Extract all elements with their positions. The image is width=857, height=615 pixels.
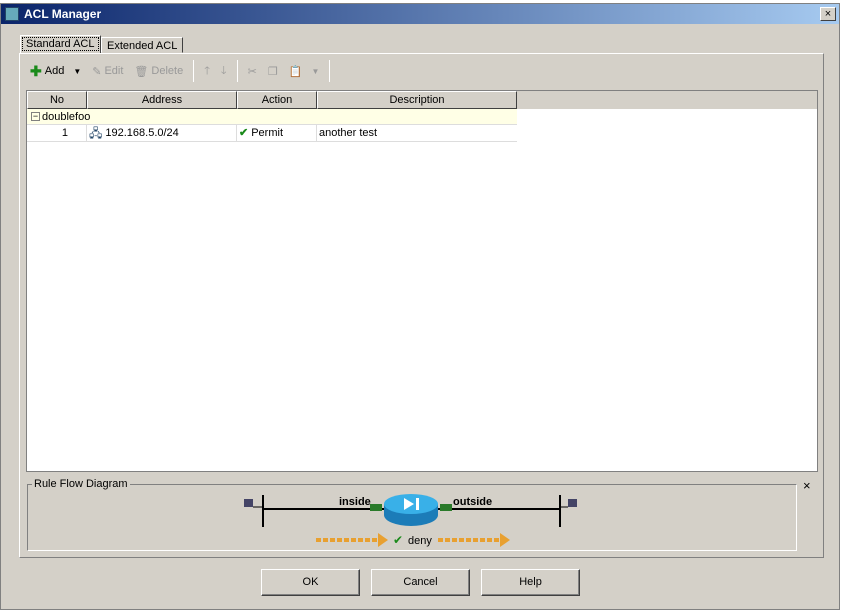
divider [193,60,195,82]
chevron-down-icon[interactable]: ▼ [73,67,81,76]
move-up-button[interactable]: 🡑 [200,62,214,81]
action-label: deny [408,535,432,547]
table-header: No Address Action Description [27,91,817,109]
collapse-icon[interactable]: − [31,112,40,121]
host-icon [568,499,577,507]
network-icon: 🖧 [89,126,103,140]
header-filler [517,91,817,109]
col-action[interactable]: Action [237,91,317,109]
col-address[interactable]: Address [87,91,237,109]
cut-button[interactable]: ✂ [244,65,261,78]
cell-address: 🖧 192.168.5.0/24 [87,125,237,141]
check-icon: ✔ [393,533,403,547]
tab-standard-acl[interactable]: Standard ACL [20,35,101,53]
col-description[interactable]: Description [317,91,517,109]
diagram-close-button[interactable]: × [803,478,811,493]
acl-table: No Address Action Description − doublefoo… [26,90,818,472]
group-row[interactable]: − doublefoo [27,109,517,125]
cell-action: ✔ Permit [237,125,317,141]
delete-button[interactable]: 🗑 Delete [130,65,187,78]
add-button[interactable]: ✚ Add ▼ [26,63,85,80]
table-row[interactable]: 1 🖧 192.168.5.0/24 ✔ Permit another test [27,125,517,142]
trash-icon: 🗑 [134,65,149,78]
toolbar: ✚ Add ▼ ✎ Edit 🗑 Delete 🡑 🡓 ✂ ❐ 📋 ▼ [26,59,333,83]
divider [236,60,238,82]
host-icon [244,499,253,507]
inside-label: inside [339,496,371,508]
arrow-down-icon: 🡓 [220,64,227,77]
window-title: ACL Manager [24,7,102,21]
arrow-up-icon: 🡑 [204,64,210,77]
divider [329,60,331,82]
scissors-icon: ✂ [247,65,257,78]
copy-button[interactable]: ❐ [264,65,282,78]
help-button[interactable]: Help [481,569,580,596]
col-no[interactable]: No [27,91,87,109]
cell-description: another test [319,127,378,139]
edit-button[interactable]: ✎ Edit [88,65,127,78]
paste-button[interactable]: 📋 ▼ [285,65,324,78]
title-bar: ACL Manager [1,4,839,24]
tab-extended-acl[interactable]: Extended ACL [101,37,184,53]
check-icon: ✔ [239,127,249,139]
rule-flow-title: Rule Flow Diagram [32,478,130,490]
chevron-down-icon[interactable]: ▼ [311,67,319,76]
rule-flow-diagram: inside outside ✔ deny [27,484,797,551]
edit-icon: ✎ [92,65,102,78]
close-button[interactable]: × [820,7,836,21]
cell-no: 1 [27,125,87,141]
cancel-button[interactable]: Cancel [371,569,470,596]
paste-icon: 📋 [288,65,303,78]
ok-button[interactable]: OK [261,569,360,596]
flow-diagram-graphic: inside outside ✔ deny [244,494,577,547]
copy-icon: ❐ [267,65,278,78]
plus-icon: ✚ [30,62,42,79]
outside-label: outside [453,496,492,508]
app-icon [5,7,19,21]
move-down-button[interactable]: 🡓 [217,62,231,81]
